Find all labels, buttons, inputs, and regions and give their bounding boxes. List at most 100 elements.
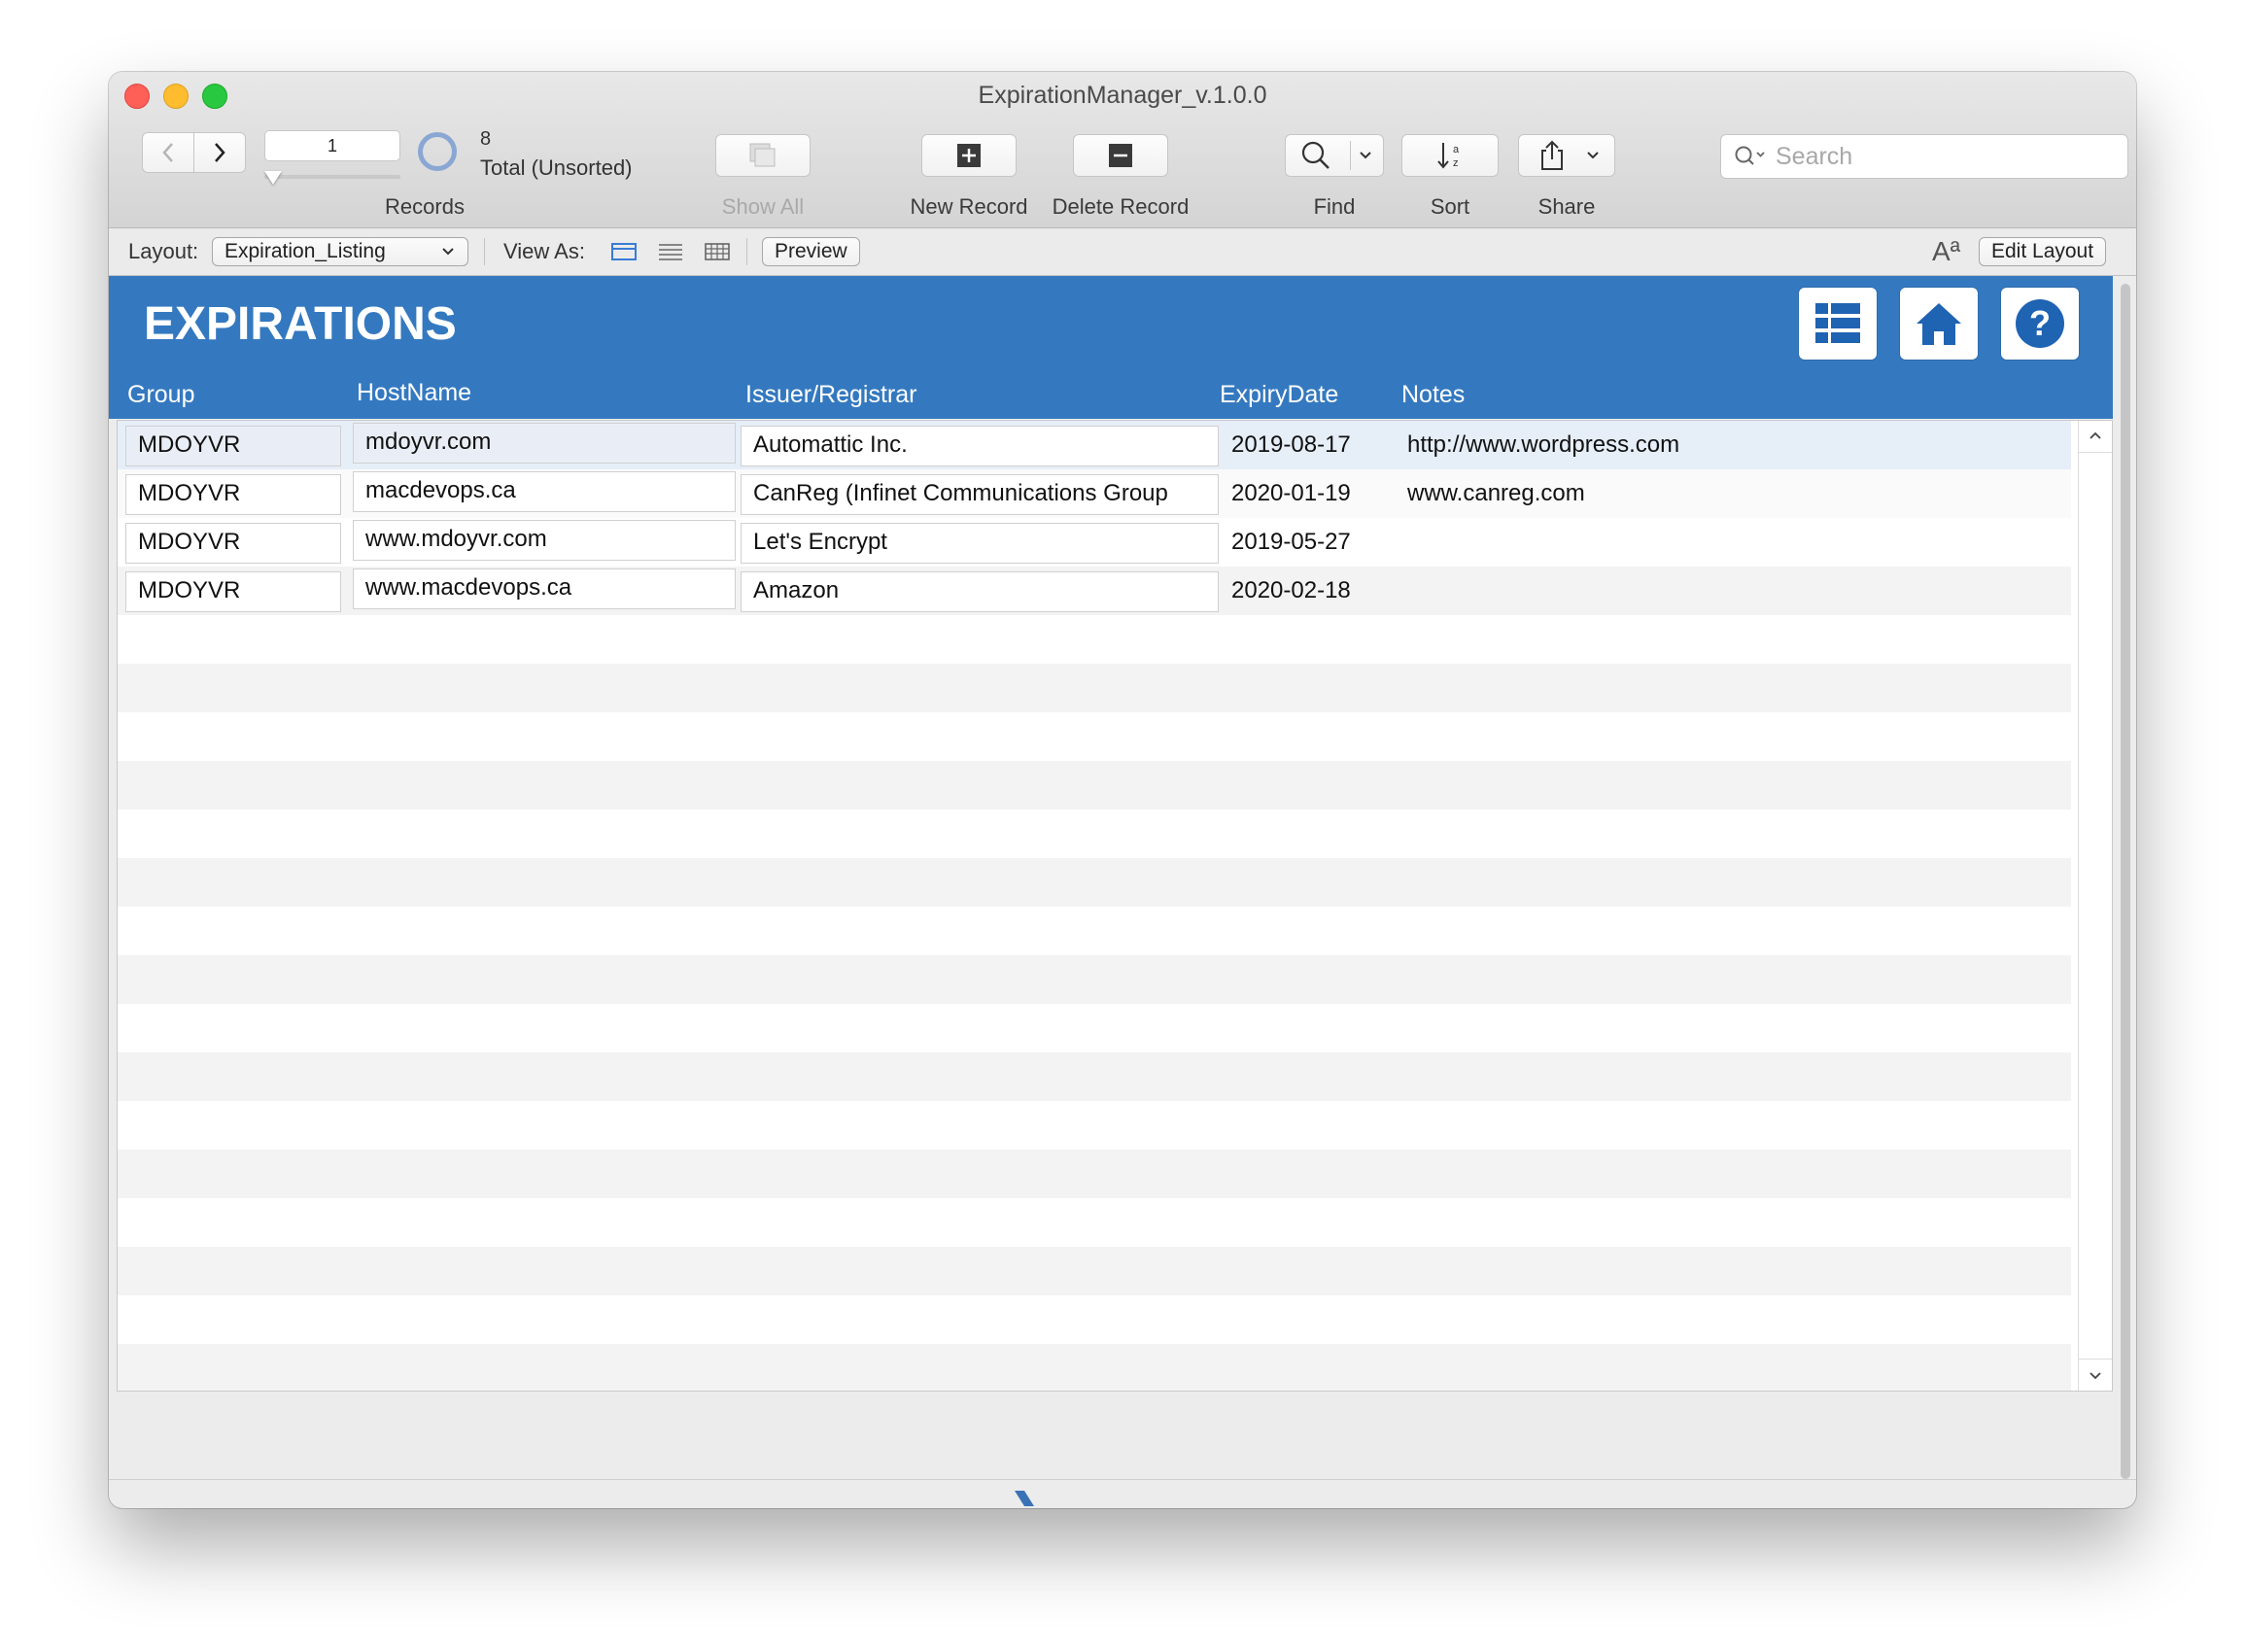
status-divider: [109, 1479, 2136, 1480]
minus-icon: [1109, 144, 1132, 167]
empty-row: [118, 1198, 2071, 1247]
hostname-field[interactable]: www.macdevops.ca: [353, 568, 736, 609]
layout-bar: Layout: Expiration_Listing View As: Prev…: [109, 228, 2136, 276]
share-label: Share: [1537, 194, 1596, 219]
issuer-field[interactable]: CanReg (Infinet Communications Group: [741, 474, 1219, 515]
issuer-field[interactable]: Automattic Inc.: [741, 426, 1219, 466]
chevron-right-icon: [215, 143, 225, 162]
show-all-label: Show All: [721, 194, 805, 219]
record-slider-knob[interactable]: [264, 171, 282, 185]
window-scrollbar[interactable]: [2119, 278, 2132, 1508]
layout-label: Layout:: [128, 239, 199, 263]
empty-row: [118, 664, 2071, 712]
found-set-pie-icon: [418, 132, 457, 171]
divider: [2079, 452, 2112, 453]
help-button[interactable]: ?: [2001, 288, 2079, 360]
hostname-field[interactable]: mdoyvr.com: [353, 423, 736, 464]
expiry-field[interactable]: 2020-02-18: [1231, 571, 1351, 610]
empty-row: [118, 858, 2071, 907]
layout-content: EXPIRATIONS ? Group HostName Issuer/Regi…: [109, 276, 2117, 1489]
window-scrollbar-thumb[interactable]: [2121, 284, 2130, 1479]
empty-row: [118, 1295, 2071, 1344]
column-header-notes: Notes: [1401, 381, 1466, 408]
question-icon: ?: [2016, 299, 2064, 348]
grid-nav-button[interactable]: [1799, 288, 1877, 360]
layout-value: Expiration_Listing: [224, 240, 386, 262]
svg-text:a: a: [1453, 144, 1460, 155]
chevron-left-icon: [162, 143, 173, 162]
group-field[interactable]: MDOYVR: [125, 426, 341, 466]
expiry-field[interactable]: 2019-05-27: [1231, 523, 1351, 562]
list-scrollbar[interactable]: [2078, 421, 2112, 1391]
hostname-field[interactable]: www.mdoyvr.com: [353, 520, 736, 561]
chevron-down-icon[interactable]: [2087, 1369, 2104, 1383]
table-row[interactable]: MDOYVR macdevops.ca CanReg (Infinet Comm…: [118, 469, 2071, 518]
text-size-icon[interactable]: Aª: [1932, 228, 1960, 275]
chevron-down-icon: [442, 248, 454, 256]
empty-row: [118, 615, 2071, 664]
empty-row: [118, 1052, 2071, 1101]
find-button[interactable]: [1285, 134, 1384, 177]
toolbar: ExpirationManager_v.1.0.0 1 8 Total (Uns…: [109, 72, 2136, 228]
preview-button[interactable]: Preview: [762, 237, 860, 266]
empty-row: [118, 955, 2071, 1004]
empty-row: [118, 1344, 2071, 1391]
notes-field[interactable]: www.canreg.com: [1407, 474, 1585, 513]
notes-field[interactable]: http://www.wordpress.com: [1407, 426, 1679, 465]
new-record-button[interactable]: [921, 134, 1017, 177]
search-input[interactable]: Search: [1720, 134, 2128, 179]
layout-dropdown[interactable]: Expiration_Listing: [212, 237, 468, 266]
plus-icon: [957, 144, 981, 167]
divider: [484, 238, 485, 265]
home-icon: [1917, 303, 1961, 345]
expiry-field[interactable]: 2019-08-17: [1231, 426, 1351, 465]
expiry-field[interactable]: 2020-01-19: [1231, 474, 1351, 513]
empty-row: [118, 1101, 2071, 1150]
stacked-pages-icon: [749, 143, 776, 167]
found-count: 8: [480, 128, 492, 150]
form-view-icon: [611, 243, 637, 260]
edit-layout-button[interactable]: Edit Layout: [1979, 237, 2107, 266]
list-header: EXPIRATIONS ? Group HostName Issuer/Regi…: [109, 276, 2113, 419]
sort-button[interactable]: a z: [1401, 134, 1499, 177]
records-list[interactable]: MDOYVR mdoyvr.com Automattic Inc. 2019-0…: [117, 420, 2113, 1392]
issuer-field[interactable]: Let's Encrypt: [741, 523, 1219, 564]
next-record-button[interactable]: [193, 132, 246, 173]
window-title: ExpirationManager_v.1.0.0: [978, 82, 1267, 109]
table-row[interactable]: MDOYVR www.mdoyvr.com Let's Encrypt 2019…: [118, 518, 2071, 567]
group-field[interactable]: MDOYVR: [125, 571, 341, 612]
table-row[interactable]: MDOYVR mdoyvr.com Automattic Inc. 2019-0…: [118, 421, 2071, 469]
view-as-form-button[interactable]: [610, 228, 638, 275]
record-slider[interactable]: [264, 175, 400, 179]
chevron-up-icon[interactable]: [2087, 429, 2104, 442]
issuer-field[interactable]: Amazon: [741, 571, 1219, 612]
records-label: Records: [385, 194, 465, 219]
total-label: Total (Unsorted): [480, 155, 633, 180]
share-icon: [1541, 140, 1563, 170]
record-number-field[interactable]: 1: [264, 130, 400, 161]
search-placeholder: Search: [1776, 142, 1853, 170]
previous-record-button[interactable]: [142, 132, 194, 173]
show-all-button[interactable]: [715, 134, 811, 177]
sort-label: Sort: [1430, 194, 1470, 219]
table-view-icon: [705, 243, 730, 260]
column-header-expiry: ExpiryDate: [1220, 381, 1339, 408]
home-button[interactable]: [1900, 288, 1978, 360]
empty-row: [118, 809, 2071, 858]
resize-grip-icon[interactable]: [1013, 1489, 1042, 1508]
column-header-hostname: HostName: [357, 379, 472, 406]
delete-record-button[interactable]: [1073, 134, 1168, 177]
view-as-list-button[interactable]: [657, 228, 684, 275]
hostname-field[interactable]: macdevops.ca: [353, 471, 736, 512]
column-header-issuer: Issuer/Registrar: [745, 381, 917, 408]
empty-row: [118, 907, 2071, 955]
table-row[interactable]: MDOYVR www.macdevops.ca Amazon 2020-02-1…: [118, 567, 2071, 615]
list-view-icon: [659, 244, 682, 260]
group-field[interactable]: MDOYVR: [125, 523, 341, 564]
group-field[interactable]: MDOYVR: [125, 474, 341, 515]
share-button[interactable]: [1518, 134, 1615, 177]
view-as-table-button[interactable]: [704, 228, 731, 275]
empty-row: [118, 1247, 2071, 1295]
divider: [746, 238, 747, 265]
search-icon: [1735, 146, 1765, 165]
